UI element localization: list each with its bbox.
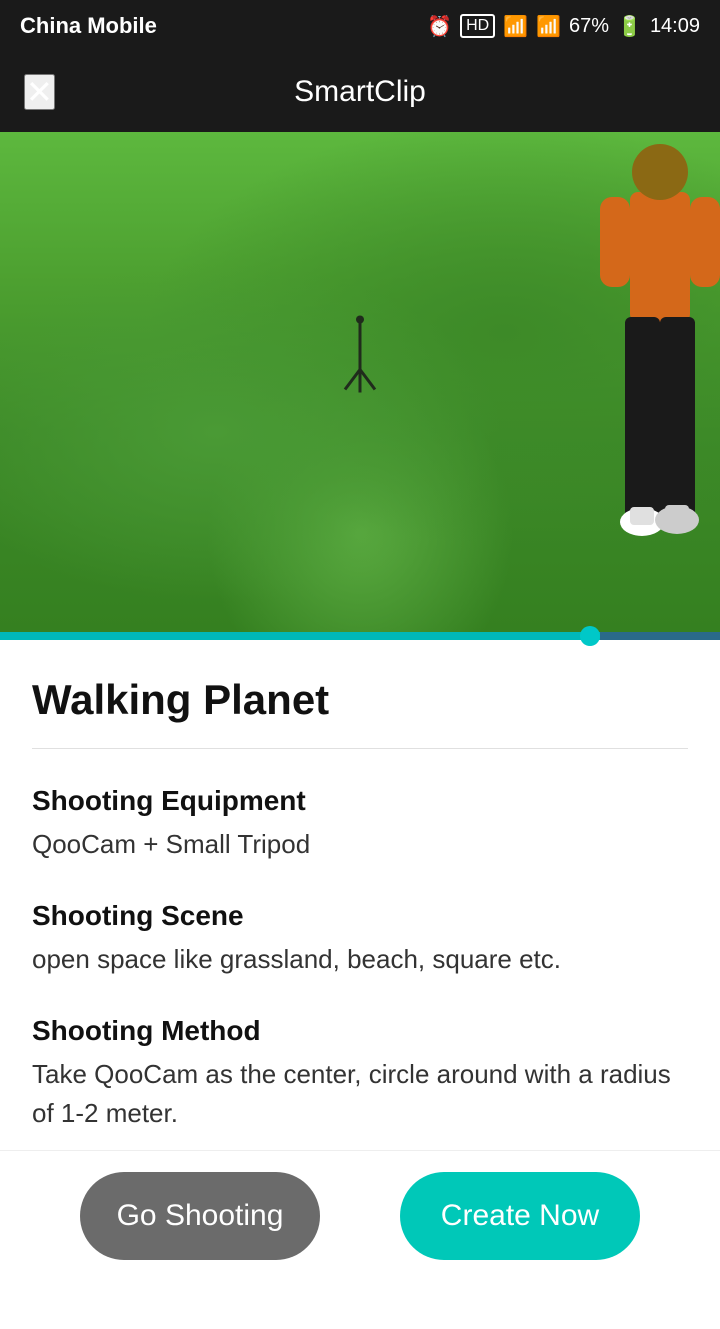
shooting-equipment-value: QooCam + Small Tripod — [32, 825, 688, 864]
title-divider — [32, 748, 688, 749]
alarm-icon: ⏰ — [427, 14, 452, 39]
create-now-button[interactable]: Create Now — [400, 1172, 640, 1260]
shooting-method-label: Shooting Method — [32, 1015, 688, 1047]
signal-icon: 📶 — [536, 14, 561, 39]
status-icons: ⏰ HD 📶 📶 67% 🔋 14:09 — [427, 14, 700, 39]
go-shooting-label: Go Shooting — [117, 1199, 284, 1233]
person-silhouette — [580, 132, 720, 632]
time-label: 14:09 — [650, 15, 700, 38]
shooting-method-section: Shooting Method Take QooCam as the cente… — [32, 1015, 688, 1133]
tripod-figure — [340, 315, 380, 400]
go-shooting-button[interactable]: Go Shooting — [80, 1172, 320, 1260]
shooting-scene-value: open space like grassland, beach, square… — [32, 940, 688, 979]
app-title: SmartClip — [294, 75, 426, 109]
shooting-scene-section: Shooting Scene open space like grassland… — [32, 900, 688, 979]
close-icon: ✕ — [26, 74, 53, 110]
hd-icon: HD — [460, 14, 495, 38]
shooting-equipment-label: Shooting Equipment — [32, 785, 688, 817]
app-header: ✕ SmartClip — [0, 52, 720, 132]
battery-icon: 🔋 — [617, 14, 642, 39]
wifi-icon: 📶 — [503, 14, 528, 39]
progress-bar — [0, 632, 720, 640]
shooting-equipment-section: Shooting Equipment QooCam + Small Tripod — [32, 785, 688, 864]
content-title: Walking Planet — [32, 676, 688, 724]
close-button[interactable]: ✕ — [24, 74, 55, 110]
shooting-method-value: Take QooCam as the center, circle around… — [32, 1055, 688, 1133]
status-bar: China Mobile ⏰ HD 📶 📶 67% 🔋 14:09 — [0, 0, 720, 52]
progress-indicator — [580, 626, 600, 646]
progress-fill — [0, 632, 600, 640]
create-now-label: Create Now — [441, 1199, 599, 1233]
hero-image — [0, 132, 720, 632]
carrier-label: China Mobile — [20, 13, 157, 39]
grass-background — [0, 132, 720, 632]
bottom-bar: Go Shooting Create Now — [0, 1150, 720, 1280]
battery-label: 67% — [569, 15, 609, 38]
shooting-scene-label: Shooting Scene — [32, 900, 688, 932]
